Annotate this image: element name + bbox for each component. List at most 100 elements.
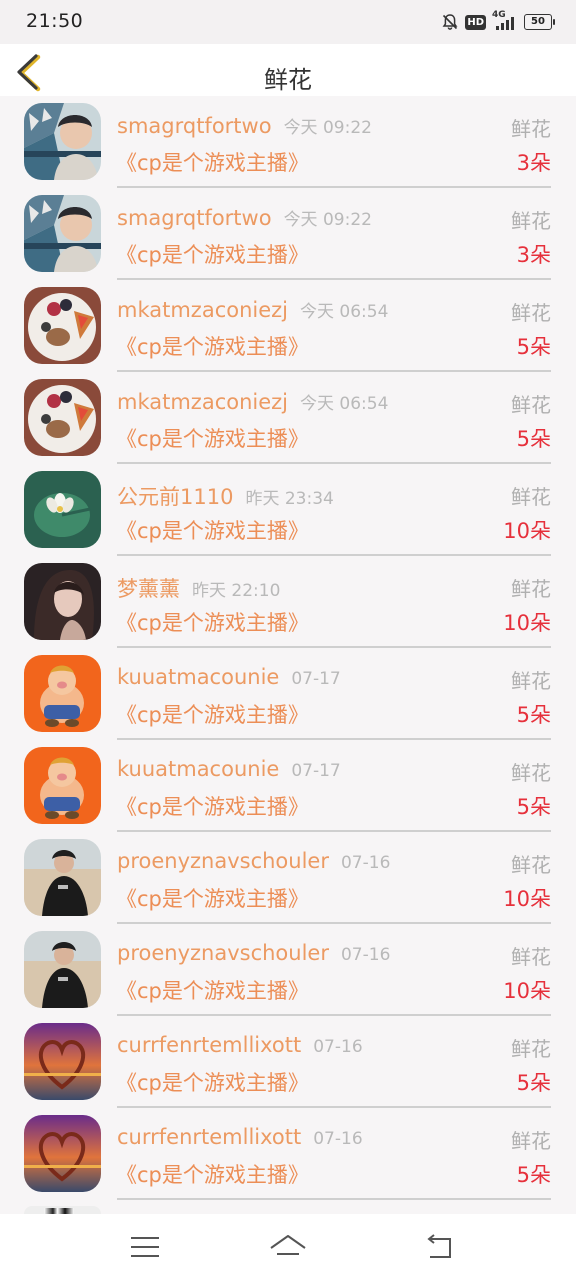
status-icons: HD 4G 50 — [441, 10, 555, 32]
status-bar: 21:50 HD 4G 50 — [0, 0, 576, 44]
gift-name: 鲜花 — [511, 393, 551, 417]
avatar[interactable] — [24, 563, 101, 640]
username: proenyznavschouler 07-16 — [117, 849, 391, 873]
avatar[interactable] — [24, 103, 101, 180]
timestamp: 07-17 — [291, 761, 341, 781]
room-name[interactable]: 《cp是个游戏主播》 — [116, 791, 309, 821]
divider — [117, 1198, 551, 1200]
timestamp: 07-17 — [291, 669, 341, 689]
room-name[interactable]: 《cp是个游戏主播》 — [116, 423, 309, 453]
gift-name: 鲜花 — [511, 1037, 551, 1061]
gift-count: 10朵 — [503, 887, 551, 911]
gift-count: 5朵 — [516, 335, 551, 359]
gift-count: 10朵 — [503, 979, 551, 1003]
room-name[interactable]: 《cp是个游戏主播》 — [116, 607, 309, 637]
username: currfenrtemllixott 07-16 — [117, 1125, 363, 1149]
username: kuuatmacounie 07-17 — [117, 665, 341, 689]
timestamp: 07-16 — [313, 1037, 363, 1057]
signal-icon: 4G — [492, 10, 518, 32]
gift-name: 鲜花 — [511, 761, 551, 785]
username: mkatmzaconiezj 今天 06:54 — [117, 390, 389, 414]
timestamp: 今天 09:22 — [283, 210, 372, 230]
system-nav-bar — [0, 1214, 576, 1280]
avatar[interactable] — [24, 287, 101, 364]
timestamp: 昨天 22:10 — [192, 581, 281, 601]
room-name[interactable]: 《cp是个游戏主播》 — [116, 147, 309, 177]
list-item[interactable]: proenyznavschouler 07-16 鲜花 《cp是个游戏主播》 10… — [0, 832, 576, 924]
room-name[interactable]: 《cp是个游戏主播》 — [116, 1067, 309, 1097]
gift-count: 3朵 — [516, 151, 551, 175]
list-item[interactable]: currfenrtemllixott 07-16 鲜花 《cp是个游戏主播》 5朵 — [0, 1108, 576, 1200]
hd-icon: HD — [465, 14, 486, 30]
gift-count: 5朵 — [516, 1163, 551, 1187]
timestamp: 07-16 — [340, 945, 391, 965]
room-name[interactable]: 《cp是个游戏主播》 — [116, 699, 309, 729]
list-item[interactable]: currfenrtemllixott 07-16 鲜花 《cp是个游戏主播》 5朵 — [0, 1016, 576, 1108]
username: smagrqtfortwo 今天 09:22 — [117, 206, 372, 230]
status-time: 21:50 — [26, 10, 84, 32]
avatar[interactable] — [24, 195, 101, 272]
timestamp: 07-16 — [340, 853, 391, 873]
bell-muted-icon — [442, 14, 458, 30]
list-item[interactable]: mkatmzaconiezj 今天 06:54 鲜花 《cp是个游戏主播》 5朵 — [0, 280, 576, 372]
list-item[interactable]: 梦薰薰 昨天 22:10 鲜花 《cp是个游戏主播》 10朵 — [0, 556, 576, 648]
room-name[interactable]: 《cp是个游戏主播》 — [116, 883, 309, 913]
timestamp: 今天 06:54 — [300, 394, 389, 414]
header-bar: 鲜花 — [0, 44, 576, 96]
list-item[interactable]: smagrqtfortwo 今天 09:22 鲜花 《cp是个游戏主播》 3朵 — [0, 96, 576, 188]
list-item[interactable]: smagrqtfortwo 今天 09:22 鲜花 《cp是个游戏主播》 3朵 — [0, 188, 576, 280]
gift-count: 5朵 — [516, 427, 551, 451]
timestamp: 今天 06:54 — [300, 302, 389, 322]
list-item[interactable]: mkatmzaconiezj 今天 06:54 鲜花 《cp是个游戏主播》 5朵 — [0, 372, 576, 464]
list-item[interactable]: kuuatmacounie 07-17 鲜花 《cp是个游戏主播》 5朵 — [0, 740, 576, 832]
gift-name: 鲜花 — [511, 945, 551, 969]
username: currfenrtemllixott 07-16 — [117, 1033, 363, 1057]
gift-name: 鲜花 — [511, 1129, 551, 1153]
timestamp: 今天 09:22 — [283, 118, 372, 138]
avatar[interactable] — [24, 471, 101, 548]
list-item[interactable]: proenyznavschouler 07-16 鲜花 《cp是个游戏主播》 10… — [0, 924, 576, 1016]
gift-name: 鲜花 — [511, 301, 551, 325]
gift-name: 鲜花 — [511, 669, 551, 693]
gift-name: 鲜花 — [511, 853, 551, 877]
battery-icon: 50 — [524, 14, 555, 30]
gift-count: 5朵 — [516, 795, 551, 819]
avatar-partial — [24, 1206, 101, 1214]
username: kuuatmacounie 07-17 — [117, 757, 341, 781]
gift-name: 鲜花 — [511, 577, 551, 601]
username: 公元前1110 昨天 23:34 — [117, 485, 334, 509]
username: 梦薰薰 昨天 22:10 — [117, 577, 281, 601]
avatar[interactable] — [24, 379, 101, 456]
gift-count: 10朵 — [503, 611, 551, 635]
flower-record-list[interactable]: smagrqtfortwo 今天 09:22 鲜花 《cp是个游戏主播》 3朵 s… — [0, 96, 576, 1210]
list-item[interactable]: 公元前1110 昨天 23:34 鲜花 《cp是个游戏主播》 10朵 — [0, 464, 576, 556]
gift-count: 3朵 — [516, 243, 551, 267]
gift-count: 5朵 — [516, 1071, 551, 1095]
menu-icon[interactable] — [125, 1230, 165, 1264]
room-name[interactable]: 《cp是个游戏主播》 — [116, 975, 309, 1005]
gift-name: 鲜花 — [511, 209, 551, 233]
gift-count: 5朵 — [516, 703, 551, 727]
username: mkatmzaconiezj 今天 06:54 — [117, 298, 389, 322]
home-icon[interactable] — [268, 1230, 308, 1264]
list-item[interactable]: kuuatmacounie 07-17 鲜花 《cp是个游戏主播》 5朵 — [0, 648, 576, 740]
room-name[interactable]: 《cp是个游戏主播》 — [116, 239, 309, 269]
page-title: 鲜花 — [264, 66, 312, 94]
username: smagrqtfortwo 今天 09:22 — [117, 114, 372, 138]
timestamp: 昨天 23:34 — [245, 489, 334, 509]
avatar[interactable] — [24, 747, 101, 824]
timestamp: 07-16 — [313, 1129, 363, 1149]
avatar[interactable] — [24, 655, 101, 732]
gift-name: 鲜花 — [511, 485, 551, 509]
room-name[interactable]: 《cp是个游戏主播》 — [116, 515, 309, 545]
gift-count: 10朵 — [503, 519, 551, 543]
room-name[interactable]: 《cp是个游戏主播》 — [116, 331, 309, 361]
avatar[interactable] — [24, 1115, 101, 1192]
gift-name: 鲜花 — [511, 117, 551, 141]
room-name[interactable]: 《cp是个游戏主播》 — [116, 1159, 309, 1189]
back-icon[interactable] — [420, 1230, 460, 1264]
avatar[interactable] — [24, 839, 101, 916]
avatar[interactable] — [24, 931, 101, 1008]
avatar[interactable] — [24, 1023, 101, 1100]
username: proenyznavschouler 07-16 — [117, 941, 391, 965]
